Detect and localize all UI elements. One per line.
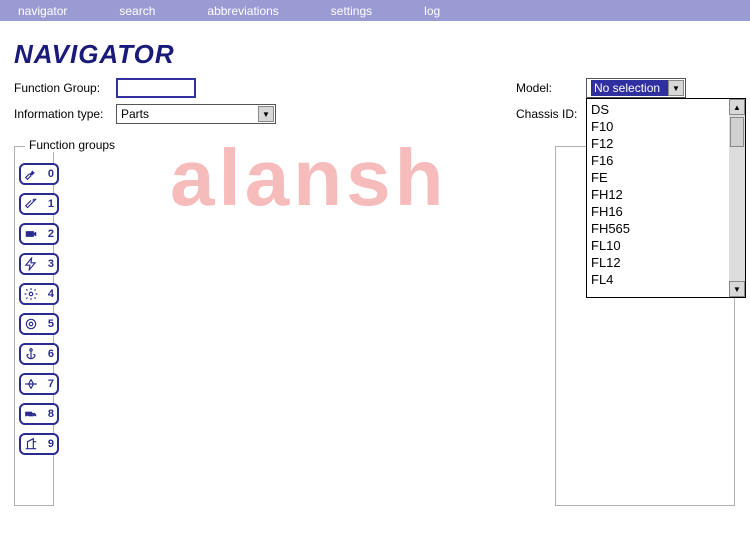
disc-icon xyxy=(24,317,38,331)
anchor-icon xyxy=(24,347,38,361)
model-option[interactable]: DS xyxy=(591,101,725,118)
plane-icon xyxy=(24,377,38,391)
function-group-icons: 0 1 2 3 4 5 6 7 8 9 xyxy=(19,163,59,455)
information-type-value: Parts xyxy=(121,107,149,121)
model-dropdown: DS F10 F12 F16 FE FH12 FH16 FH565 FL10 F… xyxy=(586,98,746,298)
nav-settings[interactable]: settings xyxy=(331,4,372,18)
model-option[interactable]: FH16 xyxy=(591,203,725,220)
information-type-label: Information type: xyxy=(14,107,116,121)
nav-log[interactable]: log xyxy=(424,4,440,18)
truck-icon xyxy=(24,407,38,421)
group-btn-3[interactable]: 3 xyxy=(19,253,59,275)
scroll-down-icon[interactable]: ▼ xyxy=(729,281,745,297)
model-option[interactable]: FH12 xyxy=(591,186,725,203)
wrench-icon xyxy=(24,167,38,181)
group-btn-2[interactable]: 2 xyxy=(19,223,59,245)
chevron-down-icon: ▼ xyxy=(258,106,274,122)
function-group-label: Function Group: xyxy=(14,81,116,95)
function-groups-label: Function groups xyxy=(25,138,119,152)
group-btn-5[interactable]: 5 xyxy=(19,313,59,335)
function-group-input[interactable] xyxy=(116,78,196,98)
model-option[interactable]: F12 xyxy=(591,135,725,152)
model-label: Model: xyxy=(516,81,586,95)
model-option[interactable]: FL12 xyxy=(591,254,725,271)
scroll-up-icon[interactable]: ▲ xyxy=(729,99,745,115)
model-option[interactable]: F10 xyxy=(591,118,725,135)
group-btn-4[interactable]: 4 xyxy=(19,283,59,305)
scroll-thumb[interactable] xyxy=(730,117,744,147)
model-option-list: DS F10 F12 F16 FE FH12 FH16 FH565 FL10 F… xyxy=(587,99,729,297)
model-select-value: No selection xyxy=(591,80,668,96)
group-btn-0[interactable]: 0 xyxy=(19,163,59,185)
function-groups-panel: Function groups 0 1 2 3 4 5 6 7 8 9 xyxy=(14,146,54,506)
model-option[interactable]: FL4 xyxy=(591,271,725,288)
group-btn-1[interactable]: 1 xyxy=(19,193,59,215)
nav-abbreviations[interactable]: abbreviations xyxy=(207,4,278,18)
page-title: NAVIGATOR xyxy=(14,39,750,70)
dropdown-scrollbar[interactable]: ▲ ▼ xyxy=(729,99,745,297)
crane-icon xyxy=(24,437,38,451)
model-option[interactable]: FL10 xyxy=(591,237,725,254)
camera-icon xyxy=(24,227,38,241)
filter-row: Function Group: Model: No selection ▼ DS… xyxy=(0,78,750,124)
information-type-select[interactable]: Parts ▼ xyxy=(116,104,276,124)
chevron-down-icon: ▼ xyxy=(668,80,684,96)
model-option[interactable]: FE xyxy=(591,169,725,186)
top-nav: navigator search abbreviations settings … xyxy=(0,0,750,21)
group-btn-8[interactable]: 8 xyxy=(19,403,59,425)
model-option[interactable]: FH565 xyxy=(591,220,725,237)
group-btn-7[interactable]: 7 xyxy=(19,373,59,395)
nav-navigator[interactable]: navigator xyxy=(18,4,67,18)
chassis-id-label: Chassis ID: xyxy=(516,107,586,121)
lightning-icon xyxy=(24,257,38,271)
model-option[interactable]: F16 xyxy=(591,152,725,169)
group-btn-6[interactable]: 6 xyxy=(19,343,59,365)
spanner-icon xyxy=(24,197,38,211)
group-btn-9[interactable]: 9 xyxy=(19,433,59,455)
model-select[interactable]: No selection ▼ xyxy=(586,78,686,98)
gear-icon xyxy=(24,287,38,301)
nav-search[interactable]: search xyxy=(119,4,155,18)
